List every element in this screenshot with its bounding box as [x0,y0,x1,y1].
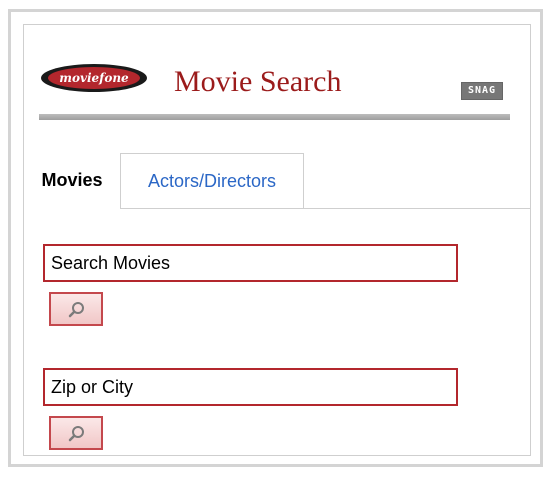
tab-movies[interactable]: Movies [24,153,121,209]
moviefone-logo: moviefone [41,64,147,92]
snag-badge[interactable]: SNAG [461,82,503,100]
header: moviefone Movie Search SNAG [24,25,530,155]
zip-or-city-input[interactable]: Zip or City [43,368,458,406]
magnifier-icon [68,426,84,442]
widget-frame: moviefone Movie Search SNAG Movies Actor… [8,9,543,467]
search-location-button[interactable] [49,416,103,450]
widget-panel: moviefone Movie Search SNAG Movies Actor… [23,24,531,456]
header-divider [39,114,510,120]
magnifier-icon [68,302,84,318]
tab-actors-directors[interactable]: Actors/Directors [121,153,304,208]
search-movies-input[interactable]: Search Movies [43,244,458,282]
tab-bar: Movies Actors/Directors [24,153,530,209]
search-movies-button[interactable] [49,292,103,326]
page-title: Movie Search [174,65,342,98]
logo-text: moviefone [59,71,129,85]
